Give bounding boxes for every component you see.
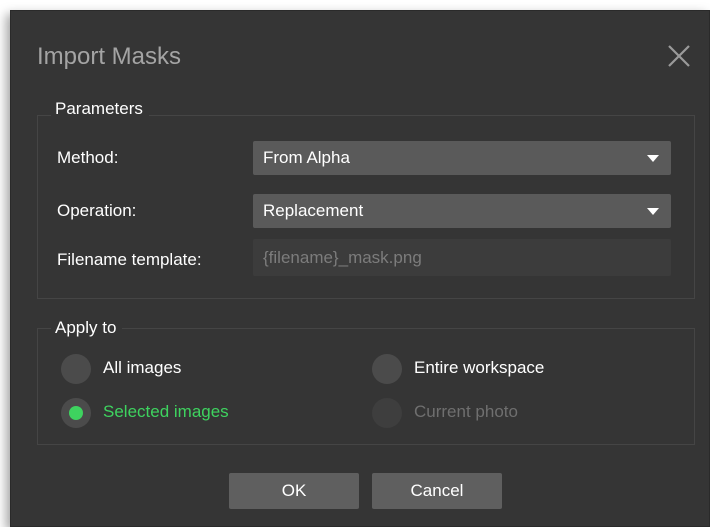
apply-to-group-label: Apply to xyxy=(51,318,123,338)
radio-circle-disabled xyxy=(372,398,402,428)
radio-selected-images-label: Selected images xyxy=(103,402,229,421)
apply-to-group xyxy=(37,328,695,445)
operation-select[interactable]: Replacement xyxy=(253,194,671,228)
radio-circle xyxy=(61,354,91,384)
radio-current-photo-label: Current photo xyxy=(414,402,518,421)
cancel-button[interactable]: Cancel xyxy=(372,473,502,509)
chevron-down-icon xyxy=(647,208,659,215)
import-masks-dialog: Import Masks Parameters Method: From Alp… xyxy=(10,10,710,527)
close-icon xyxy=(668,45,690,67)
radio-circle-checked xyxy=(61,398,91,428)
filename-template-label: Filename template: xyxy=(57,250,202,269)
ok-button[interactable]: OK xyxy=(229,473,359,509)
operation-label: Operation: xyxy=(57,201,137,220)
method-select[interactable]: From Alpha xyxy=(253,141,671,175)
operation-select-value: Replacement xyxy=(263,201,364,220)
radio-circle xyxy=(372,354,402,384)
radio-all-images-label: All images xyxy=(103,358,182,377)
method-label: Method: xyxy=(57,148,119,167)
method-select-value: From Alpha xyxy=(263,148,350,167)
dialog-title: Import Masks xyxy=(37,43,182,70)
close-button[interactable] xyxy=(664,41,694,71)
radio-entire-workspace-label: Entire workspace xyxy=(414,358,545,377)
chevron-down-icon xyxy=(647,155,659,162)
parameters-group-label: Parameters xyxy=(51,99,149,119)
filename-template-field[interactable] xyxy=(253,239,671,276)
